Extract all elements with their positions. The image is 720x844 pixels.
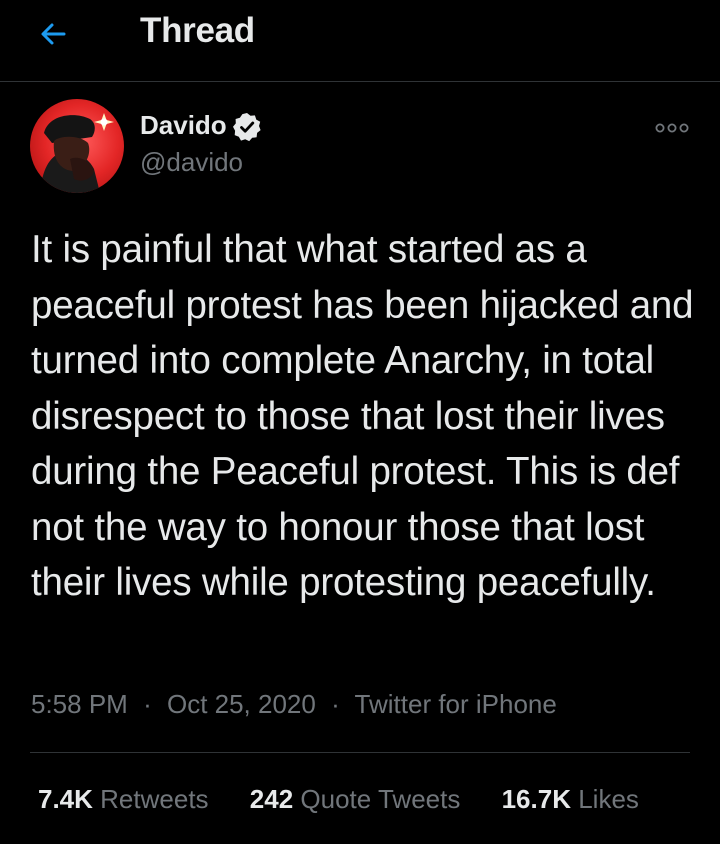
author-name[interactable]: Davido xyxy=(140,110,227,141)
tweet-time: 5:58 PM xyxy=(31,689,128,719)
engagement-stats: 7.4K Retweets 242 Quote Tweets 16.7K Lik… xyxy=(38,784,639,815)
likes-count: 16.7K xyxy=(501,784,571,814)
avatar-image xyxy=(30,99,124,193)
retweets-stat[interactable]: 7.4K Retweets xyxy=(38,784,209,815)
tweet-text: It is painful that what started as a pea… xyxy=(31,228,694,604)
quote-tweets-count: 242 xyxy=(249,784,294,814)
retweets-label: Retweets xyxy=(100,784,209,814)
thread-header: Thread xyxy=(0,0,720,82)
meta-separator: · xyxy=(143,689,152,719)
author-avatar[interactable] xyxy=(30,99,124,193)
tweet-source-link[interactable]: Twitter for iPhone xyxy=(355,689,557,719)
meta-separator: · xyxy=(331,689,340,719)
more-options-icon[interactable] xyxy=(654,118,690,138)
tweet-meta: 5:58 PM · Oct 25, 2020 · Twitter for iPh… xyxy=(31,689,557,720)
arrow-left-icon xyxy=(41,23,66,45)
likes-label: Likes xyxy=(578,784,639,814)
retweets-count: 7.4K xyxy=(38,784,93,814)
quote-tweets-stat[interactable]: 242 Quote Tweets xyxy=(250,784,461,815)
quote-tweets-label: Quote Tweets xyxy=(300,784,461,814)
back-button[interactable] xyxy=(34,14,78,54)
page-title: Thread xyxy=(140,11,255,50)
author-handle[interactable]: @davido xyxy=(140,147,243,178)
tweet-date: Oct 25, 2020 xyxy=(166,689,316,719)
likes-stat[interactable]: 16.7K Likes xyxy=(502,784,639,815)
divider xyxy=(30,752,690,753)
verified-badge-icon xyxy=(233,113,261,142)
